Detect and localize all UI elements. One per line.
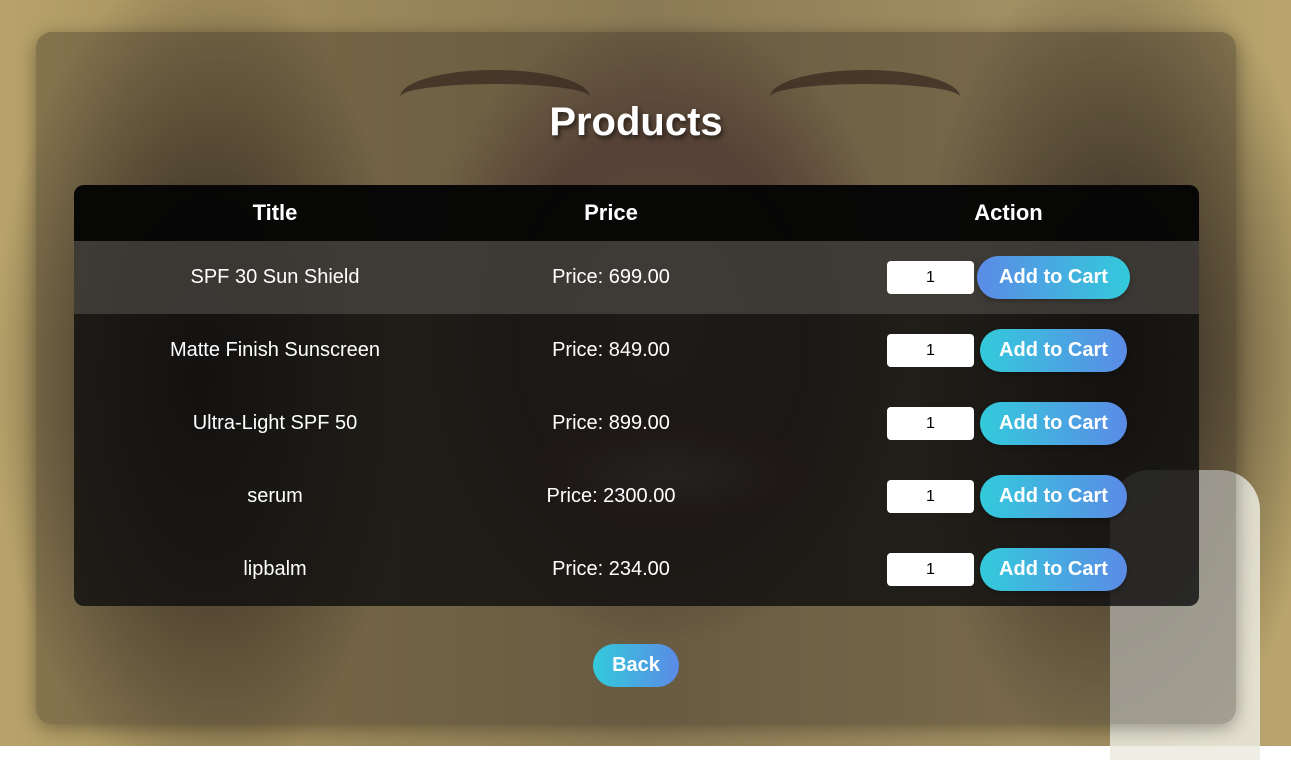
header-price: Price xyxy=(584,200,638,225)
table-row: Ultra-Light SPF 50 Price: 899.00 Add to … xyxy=(74,387,1199,460)
product-title: Ultra-Light SPF 50 xyxy=(192,412,358,434)
table-row: serum Price: 2300.00 Add to Cart xyxy=(74,460,1199,533)
header-title: Title xyxy=(252,200,298,225)
product-title: SPF 30 Sun Shield xyxy=(190,266,360,288)
products-table: Title Price Action SPF 30 Sun Shield Pri… xyxy=(74,185,1199,606)
add-to-cart-button[interactable]: Add to Cart xyxy=(980,548,1127,591)
header-action-label: Action xyxy=(974,200,1043,225)
page-title: Products xyxy=(549,100,723,144)
quantity-input[interactable] xyxy=(887,480,974,513)
product-price: Price: 2300.00 xyxy=(546,485,676,507)
product-action: Add to Cart xyxy=(746,402,1199,445)
product-action: Add to Cart xyxy=(746,256,1199,299)
quantity-input[interactable] xyxy=(887,407,974,440)
add-to-cart-button[interactable]: Add to Cart xyxy=(977,256,1130,299)
product-price: Price: 699.00 xyxy=(552,266,670,288)
back-button[interactable]: Back xyxy=(593,644,679,687)
product-price: Price: 899.00 xyxy=(552,412,670,434)
table-row: lipbalm Price: 234.00 Add to Cart xyxy=(74,533,1199,606)
table-row: Matte Finish Sunscreen Price: 849.00 Add… xyxy=(74,314,1199,387)
product-action: Add to Cart xyxy=(746,475,1199,518)
add-to-cart-button[interactable]: Add to Cart xyxy=(980,402,1127,445)
add-to-cart-button[interactable]: Add to Cart xyxy=(980,475,1127,518)
quantity-input[interactable] xyxy=(887,553,974,586)
table-header: Title Price Action xyxy=(74,185,1199,241)
product-action: Add to Cart xyxy=(746,548,1199,591)
product-title: Matte Finish Sunscreen xyxy=(169,339,381,361)
table-row: SPF 30 Sun Shield Price: 699.00 Add to C… xyxy=(74,241,1199,314)
header-action: Action xyxy=(746,200,1199,226)
product-action: Add to Cart xyxy=(746,329,1199,372)
add-to-cart-button[interactable]: Add to Cart xyxy=(980,329,1127,372)
products-panel: Products Title Price Action SPF 30 Sun S… xyxy=(36,32,1236,724)
product-price: Price: 849.00 xyxy=(552,339,670,361)
quantity-input[interactable] xyxy=(887,261,974,294)
product-price: Price: 234.00 xyxy=(552,558,670,580)
quantity-input[interactable] xyxy=(887,334,974,367)
product-title: lipbalm xyxy=(243,558,307,580)
product-title: serum xyxy=(247,485,303,507)
